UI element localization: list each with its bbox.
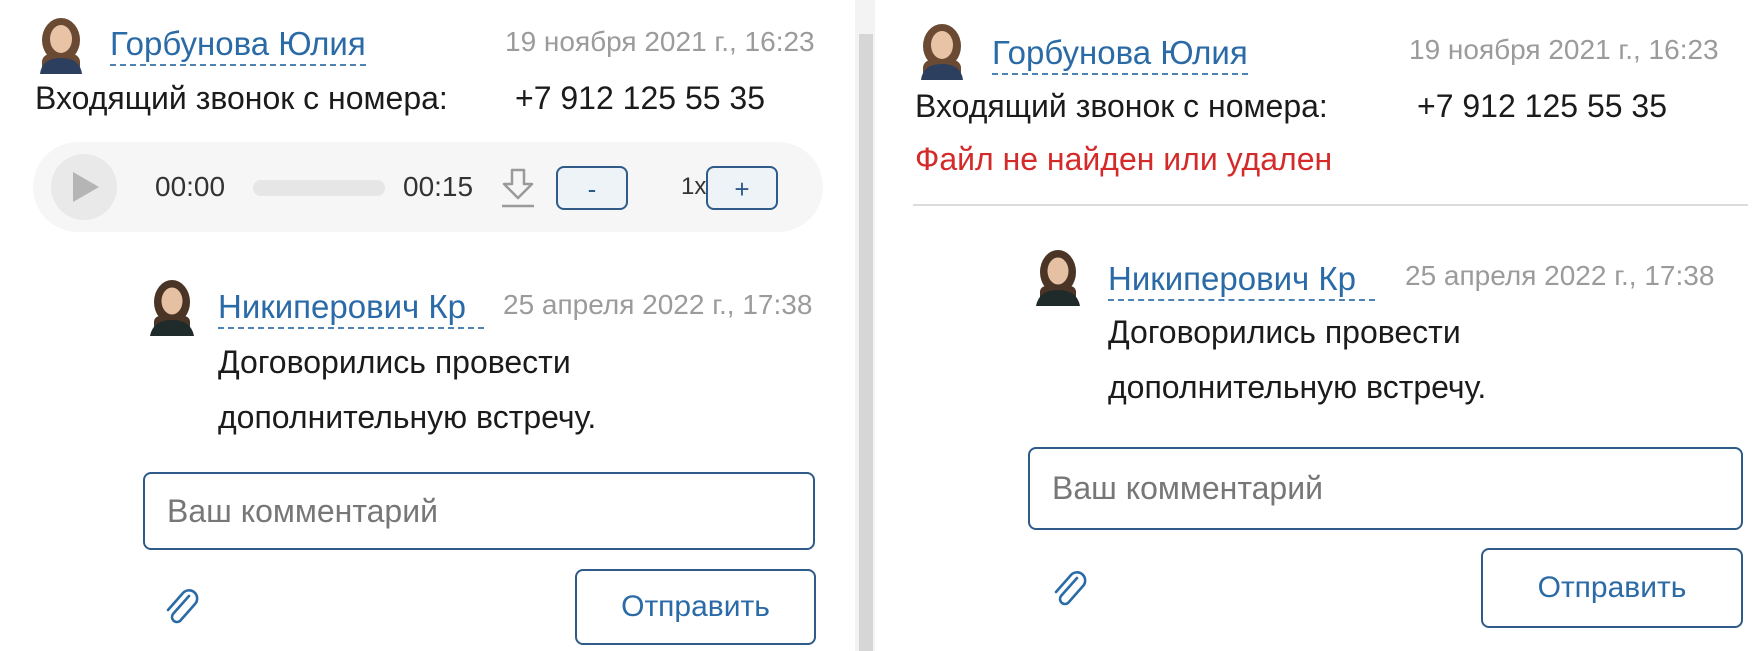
file-error-text: Файл не найден или удален [915,141,1333,177]
panel-divider [855,0,875,651]
message-date: 19 ноября 2021 г., 16:23 [1409,34,1719,65]
play-icon [73,172,99,202]
commenter-avatar [1033,246,1083,306]
download-icon[interactable] [498,166,538,210]
play-button[interactable] [51,154,117,220]
send-button[interactable]: Отправить [1481,548,1743,628]
send-button[interactable]: Отправить [575,569,816,645]
scrollbar[interactable] [859,34,873,651]
phone-number: +7 912 125 55 35 [515,80,766,116]
comment-author-link[interactable]: Никиперович Кр [1108,259,1375,301]
speed-increase-button[interactable]: + [706,166,778,210]
comment-line: дополнительную встречу. [218,399,597,435]
author-link[interactable]: Горбунова Юлия [992,33,1248,75]
call-label: Входящий звонок с номера: [915,88,1328,124]
paperclip-icon[interactable] [162,584,202,628]
author-link[interactable]: Горбунова Юлия [110,24,366,66]
comment-date: 25 апреля 2022 г., 17:38 [503,289,813,320]
commenter-avatar [147,276,197,336]
comment-input[interactable] [1028,447,1743,530]
comment-text: Договорились провести дополнительную вст… [218,335,596,445]
progress-track[interactable] [253,180,385,196]
message-date: 19 ноября 2021 г., 16:23 [505,26,815,57]
current-time: 00:00 [155,171,226,202]
comment-line: дополнительную встречу. [1108,369,1487,405]
comment-text: Договорились провести дополнительную вст… [1108,305,1486,415]
left-panel: Горбунова Юлия 19 ноября 2021 г., 16:23 … [0,0,855,651]
comment-line: Договорились провести [218,344,571,380]
phone-number: +7 912 125 55 35 [1417,88,1668,124]
audio-player: 00:00 00:15 - 1x + [33,142,823,232]
comment-line: Договорились провести [1108,314,1461,350]
right-panel: Горбунова Юлия 19 ноября 2021 г., 16:23 … [875,0,1753,651]
call-label: Входящий звонок с номера: [35,80,448,116]
comment-date: 25 апреля 2022 г., 17:38 [1405,260,1715,291]
avatar [36,14,86,74]
playback-rate: 1x [681,173,707,200]
avatar [917,20,967,80]
total-time: 00:15 [403,171,474,202]
comment-author-link[interactable]: Никиперович Кр [218,287,484,329]
paperclip-icon[interactable] [1050,566,1090,610]
comment-input[interactable] [143,472,815,550]
speed-decrease-button[interactable]: - [556,166,628,210]
separator [913,204,1748,206]
